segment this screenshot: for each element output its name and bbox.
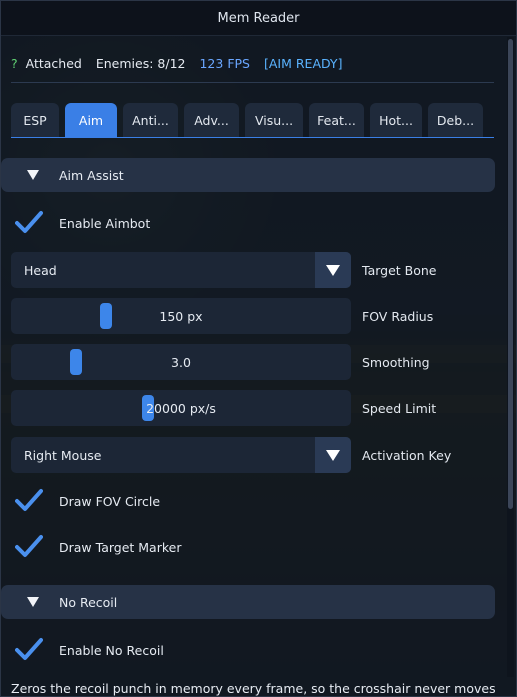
target-bone-value: Head — [24, 262, 57, 278]
scrollbar-thumb[interactable] — [508, 39, 513, 509]
enable-no-recoil-label: Enable No Recoil — [59, 642, 164, 658]
fov-radius-slider[interactable]: 150 px — [11, 298, 351, 334]
smoothing-value: 3.0 — [171, 354, 191, 370]
tab-esp[interactable]: ESP — [11, 103, 59, 137]
tab-advanced[interactable]: Adv... — [184, 103, 239, 137]
target-bone-dropdown-button[interactable] — [315, 252, 351, 288]
speed-limit-label: Speed Limit — [362, 401, 437, 416]
draw-target-marker-checkbox[interactable]: Draw Target Marker — [15, 534, 181, 560]
fov-radius-grab[interactable] — [100, 303, 112, 329]
status-aim-ready: [AIM READY] — [263, 56, 343, 71]
speed-limit-value: 20000 px/s — [146, 400, 216, 416]
chevron-down-icon — [326, 264, 340, 276]
draw-fov-circle-label: Draw FOV Circle — [59, 493, 161, 509]
activation-key-dropdown-button[interactable] — [315, 437, 351, 473]
no-recoil-description: Zeros the recoil punch in memory every f… — [11, 681, 496, 696]
tab-underline — [11, 137, 494, 138]
checkmark-icon — [15, 211, 43, 233]
scrollbar[interactable] — [507, 37, 514, 677]
activation-key-combo[interactable]: Right Mouse — [11, 437, 351, 473]
tab-visuals[interactable]: Visu... — [245, 103, 303, 137]
no-recoil-header[interactable]: No Recoil — [1, 585, 495, 619]
speed-limit-slider[interactable]: 20000 px/s — [11, 390, 351, 426]
tab-hotkeys[interactable]: Hot... — [370, 103, 422, 137]
target-bone-combo[interactable]: Head — [11, 252, 351, 288]
smoothing-grab[interactable] — [70, 349, 82, 375]
enable-aimbot-label: Enable Aimbot — [59, 215, 151, 231]
fov-radius-value: 150 px — [159, 308, 203, 324]
checkmark-icon — [15, 489, 43, 511]
collapse-arrow-icon — [27, 597, 39, 607]
mem-reader-window: Mem Reader ? Attached Enemies: 8/12 123 … — [0, 0, 517, 697]
status-bar: ? Attached Enemies: 8/12 123 FPS [AIM RE… — [11, 56, 356, 71]
status-indicator: ? — [11, 56, 18, 71]
fov-radius-label: FOV Radius — [362, 309, 434, 324]
collapse-arrow-icon — [27, 170, 39, 180]
status-enemies: Enemies: 8/12 — [95, 56, 186, 71]
tab-debug[interactable]: Deb... — [428, 103, 483, 137]
draw-fov-circle-checkbox[interactable]: Draw FOV Circle — [15, 488, 160, 514]
activation-key-value: Right Mouse — [24, 447, 102, 463]
tab-aim[interactable]: Aim — [65, 103, 117, 137]
tab-anti[interactable]: Anti... — [123, 103, 178, 137]
status-divider — [11, 82, 494, 83]
smoothing-label: Smoothing — [362, 355, 430, 370]
checkmark-icon — [15, 638, 43, 660]
status-attached: Attached — [25, 56, 82, 71]
smoothing-slider[interactable]: 3.0 — [11, 344, 351, 380]
checkmark-icon — [15, 535, 43, 557]
tab-features[interactable]: Feat... — [309, 103, 364, 137]
target-bone-label: Target Bone — [362, 263, 437, 278]
title-bar[interactable]: Mem Reader — [1, 1, 516, 36]
enable-aimbot-checkbox[interactable]: Enable Aimbot — [15, 210, 150, 236]
tab-bar: ESP Aim Anti... Adv... Visu... Feat... H… — [11, 103, 483, 137]
chevron-down-icon — [326, 449, 340, 461]
activation-key-label: Activation Key — [362, 448, 452, 463]
no-recoil-title: No Recoil — [59, 594, 118, 610]
aim-assist-header[interactable]: Aim Assist — [1, 158, 495, 192]
aim-assist-title: Aim Assist — [59, 167, 124, 183]
status-fps: 123 FPS — [199, 56, 250, 71]
enable-no-recoil-checkbox[interactable]: Enable No Recoil — [15, 637, 164, 663]
window-title: Mem Reader — [217, 10, 300, 26]
draw-target-marker-label: Draw Target Marker — [59, 539, 182, 555]
